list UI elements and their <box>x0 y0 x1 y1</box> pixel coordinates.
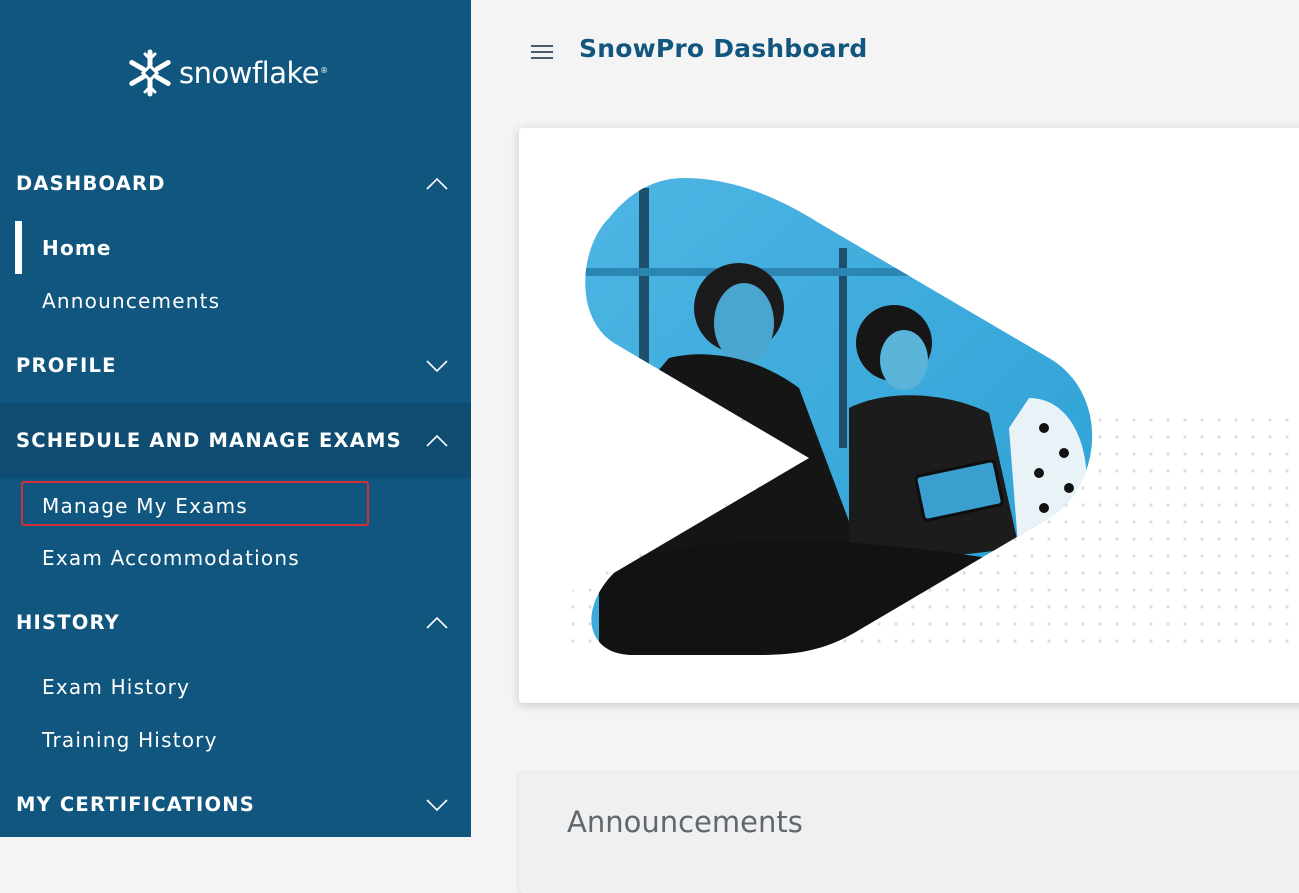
chevron-up-icon <box>426 177 448 190</box>
announcements-card: Announcements <box>519 773 1299 893</box>
chevron-up-icon <box>426 434 448 447</box>
sidebar-item-home[interactable]: Home <box>42 228 112 268</box>
page-title: SnowPro Dashboard <box>579 34 868 63</box>
section-schedule-and-manage-exams[interactable]: SCHEDULE AND MANAGE EXAMS <box>0 403 471 478</box>
sidebar-item-training-history[interactable]: Training History <box>42 720 218 760</box>
sidebar-item-manage-my-exams[interactable]: Manage My Exams <box>42 486 248 526</box>
sidebar-item-exam-accommodations[interactable]: Exam Accommodations <box>42 538 300 578</box>
chevron-up-icon <box>426 616 448 629</box>
section-my-certifications[interactable]: MY CERTIFICATIONS <box>0 767 471 837</box>
section-label: SCHEDULE AND MANAGE EXAMS <box>16 429 402 452</box>
section-label: DASHBOARD <box>16 172 166 195</box>
chevron-down-icon <box>426 359 448 372</box>
hamburger-menu-icon[interactable] <box>531 41 555 63</box>
logo-wordmark: snowflake® <box>179 55 328 90</box>
sidebar-item-announcements[interactable]: Announcements <box>42 281 220 321</box>
sidebar-item-exam-history[interactable]: Exam History <box>42 667 190 707</box>
section-profile[interactable]: PROFILE <box>0 328 471 403</box>
section-history[interactable]: HISTORY <box>0 585 471 660</box>
snowflake-logo[interactable]: snowflake® <box>125 46 328 100</box>
hero-image <box>559 178 1299 655</box>
snowflake-logo-icon <box>129 49 171 97</box>
chevron-down-icon <box>426 798 448 811</box>
section-label: MY CERTIFICATIONS <box>16 793 256 816</box>
section-label: PROFILE <box>16 354 117 377</box>
announcements-title: Announcements <box>567 805 803 839</box>
main-content: SnowPro Dashboard Announcements <box>471 0 1299 893</box>
section-label: HISTORY <box>16 611 120 634</box>
section-dashboard[interactable]: DASHBOARD <box>0 146 471 221</box>
sidebar: snowflake® DASHBOARD Home Announcements … <box>0 0 471 837</box>
hero-card <box>519 128 1299 703</box>
active-indicator <box>15 221 22 274</box>
